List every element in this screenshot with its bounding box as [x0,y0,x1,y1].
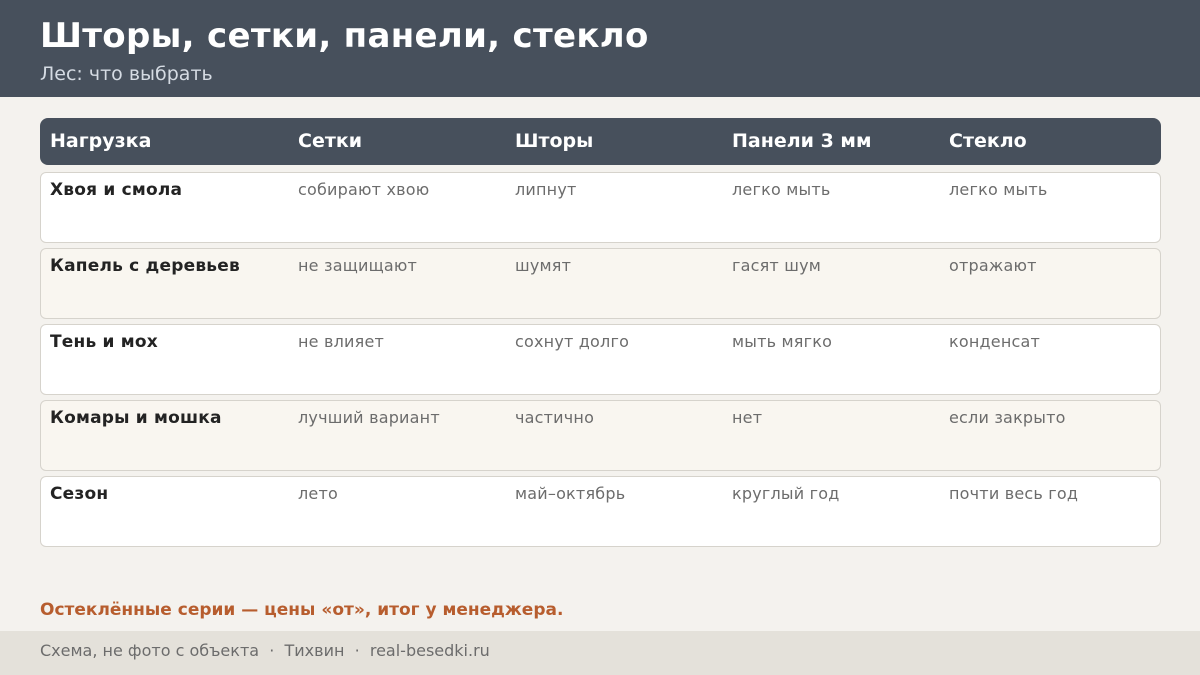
table-cell: гасят шум [732,256,822,275]
column-header-glass: Стекло [949,130,1027,152]
column-header-panels: Панели 3 мм [732,130,872,152]
table-row: Капель с деревьев не защищают шумят гася… [40,248,1161,319]
row-label: Хвоя и смола [50,180,183,200]
table-cell: сохнут долго [515,332,630,351]
table-cell: круглый год [732,484,840,503]
table-cell: нет [732,408,763,427]
table-cell: лето [298,484,338,503]
table-cell: почти весь год [949,484,1079,503]
table-cell: отражают [949,256,1037,275]
price-note: Остеклённые серии — цены «от», итог у ме… [40,600,564,620]
table-cell: легко мыть [732,180,831,199]
table-cell: шумят [515,256,572,275]
table-cell: частично [515,408,595,427]
table-cell: не влияет [298,332,385,351]
row-label: Тень и мох [50,332,158,352]
table-cell: легко мыть [949,180,1048,199]
table-row: Сезон лето май–октябрь круглый год почти… [40,476,1161,547]
column-header-curtains: Шторы [515,130,594,152]
table-cell: май–октябрь [515,484,626,503]
table-cell: конденсат [949,332,1041,351]
table-header: Нагрузка Сетки Шторы Панели 3 мм Стекло [40,118,1161,165]
page-header: Шторы, сетки, панели, стекло Лес: что вы… [0,0,1200,97]
footer-text: Схема, не фото с объекта · Тихвин · real… [40,641,490,660]
row-label: Капель с деревьев [50,256,240,276]
table-row: Хвоя и смола собирают хвою липнут легко … [40,172,1161,243]
table-cell: липнут [515,180,577,199]
table-cell: лучший вариант [298,408,440,427]
page-title: Шторы, сетки, панели, стекло [40,16,649,56]
page-footer: Схема, не фото с объекта · Тихвин · real… [0,631,1200,675]
page-subtitle: Лес: что выбрать [40,63,213,85]
table-cell: если закрыто [949,408,1066,427]
row-label: Сезон [50,484,109,504]
table-cell: мыть мягко [732,332,833,351]
table-row: Комары и мошка лучший вариант частично н… [40,400,1161,471]
table-cell: собирают хвою [298,180,430,199]
column-header-nets: Сетки [298,130,363,152]
table-cell: не защищают [298,256,418,275]
row-label: Комары и мошка [50,408,222,428]
column-header-load: Нагрузка [50,130,152,152]
table-row: Тень и мох не влияет сохнут долго мыть м… [40,324,1161,395]
